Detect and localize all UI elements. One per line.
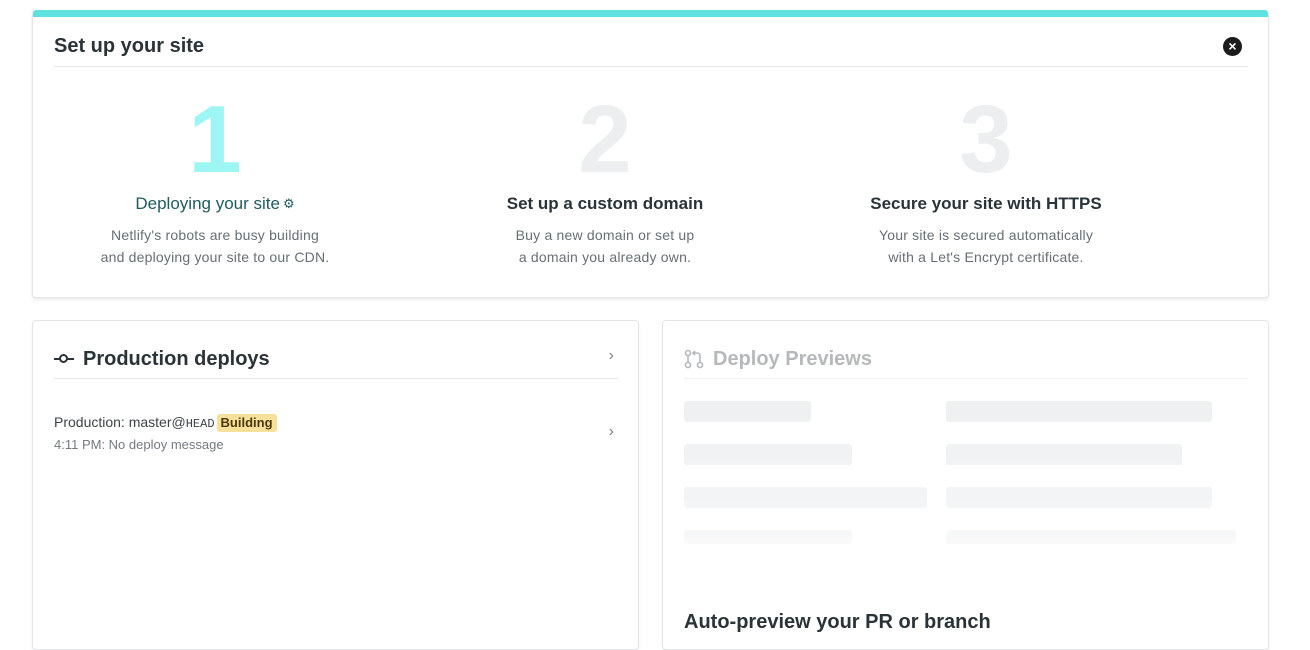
commit-icon <box>54 353 74 365</box>
production-deploys-label: Production deploys <box>83 348 270 370</box>
deploy-previews-label: Deploy Previews <box>713 348 872 370</box>
step-number: 2 <box>578 86 632 193</box>
step-custom-domain[interactable]: 2 Set up a custom domain Buy a new domai… <box>445 90 765 268</box>
step-description: Your site is secured automatically with … <box>826 224 1146 268</box>
deploy-previews-title: Deploy Previews <box>684 345 1248 373</box>
step-number: 1 <box>188 86 242 193</box>
status-badge: Building <box>216 414 277 432</box>
chevron-right-icon[interactable]: › <box>609 423 614 441</box>
step-desc-line: a domain you already own. <box>518 249 692 265</box>
step-number: 3 <box>959 86 1013 193</box>
step-desc-line: Buy a new domain or set up <box>515 227 695 243</box>
deploy-previews-card: Deploy Previews Auto-preview your PR or … <box>662 320 1269 650</box>
step-https[interactable]: 3 Secure your site with HTTPS Your site … <box>826 90 1146 268</box>
production-deploys-header[interactable]: Production deploys › <box>54 345 618 379</box>
deploy-ref: HEAD <box>185 417 215 431</box>
step-desc-line: and deploying your site to our CDN. <box>100 249 330 265</box>
production-deploys-card: Production deploys › Production: master@… <box>32 320 639 650</box>
production-deploys-title: Production deploys <box>54 345 618 373</box>
step-description: Buy a new domain or set up a domain you … <box>445 224 765 268</box>
chevron-right-icon[interactable]: › <box>609 347 614 365</box>
pull-request-icon <box>684 349 704 369</box>
gear-icon: ⚙ <box>282 196 295 211</box>
setup-header: Set up your site × <box>54 33 1248 67</box>
setup-accent-bar <box>33 10 1268 17</box>
step-desc-line: Netlify's robots are busy building <box>111 227 319 243</box>
deploy-previews-header: Deploy Previews <box>684 345 1248 379</box>
deploy-list-item[interactable]: Production: master@HEAD Building 4:11 PM:… <box>54 411 618 457</box>
step-deploying: 1 Deploying your site ⚙ Netlify's robots … <box>55 90 375 268</box>
step-desc-line: with a Let's Encrypt certificate. <box>888 249 1084 265</box>
setup-card: Set up your site × 1 Deploying your site… <box>32 10 1269 298</box>
deploy-title: Production: master@HEAD Building <box>54 411 618 435</box>
step-title: Deploying your site ⚙ <box>55 192 375 216</box>
deploy-branch: Production: master@ <box>54 414 186 430</box>
step-title-text: Deploying your site <box>135 194 280 213</box>
close-icon[interactable]: × <box>1223 37 1242 56</box>
deploy-meta: 4:11 PM: No deploy message <box>54 437 224 452</box>
step-desc-line: Your site is secured automatically <box>878 227 1094 243</box>
step-title[interactable]: Secure your site with HTTPS <box>826 192 1146 216</box>
step-description: Netlify's robots are busy building and d… <box>55 224 375 268</box>
skeleton-fade <box>663 391 1268 591</box>
auto-preview-heading: Auto-preview your PR or branch <box>684 611 991 633</box>
step-title[interactable]: Set up a custom domain <box>445 192 765 216</box>
setup-title: Set up your site <box>54 35 205 57</box>
